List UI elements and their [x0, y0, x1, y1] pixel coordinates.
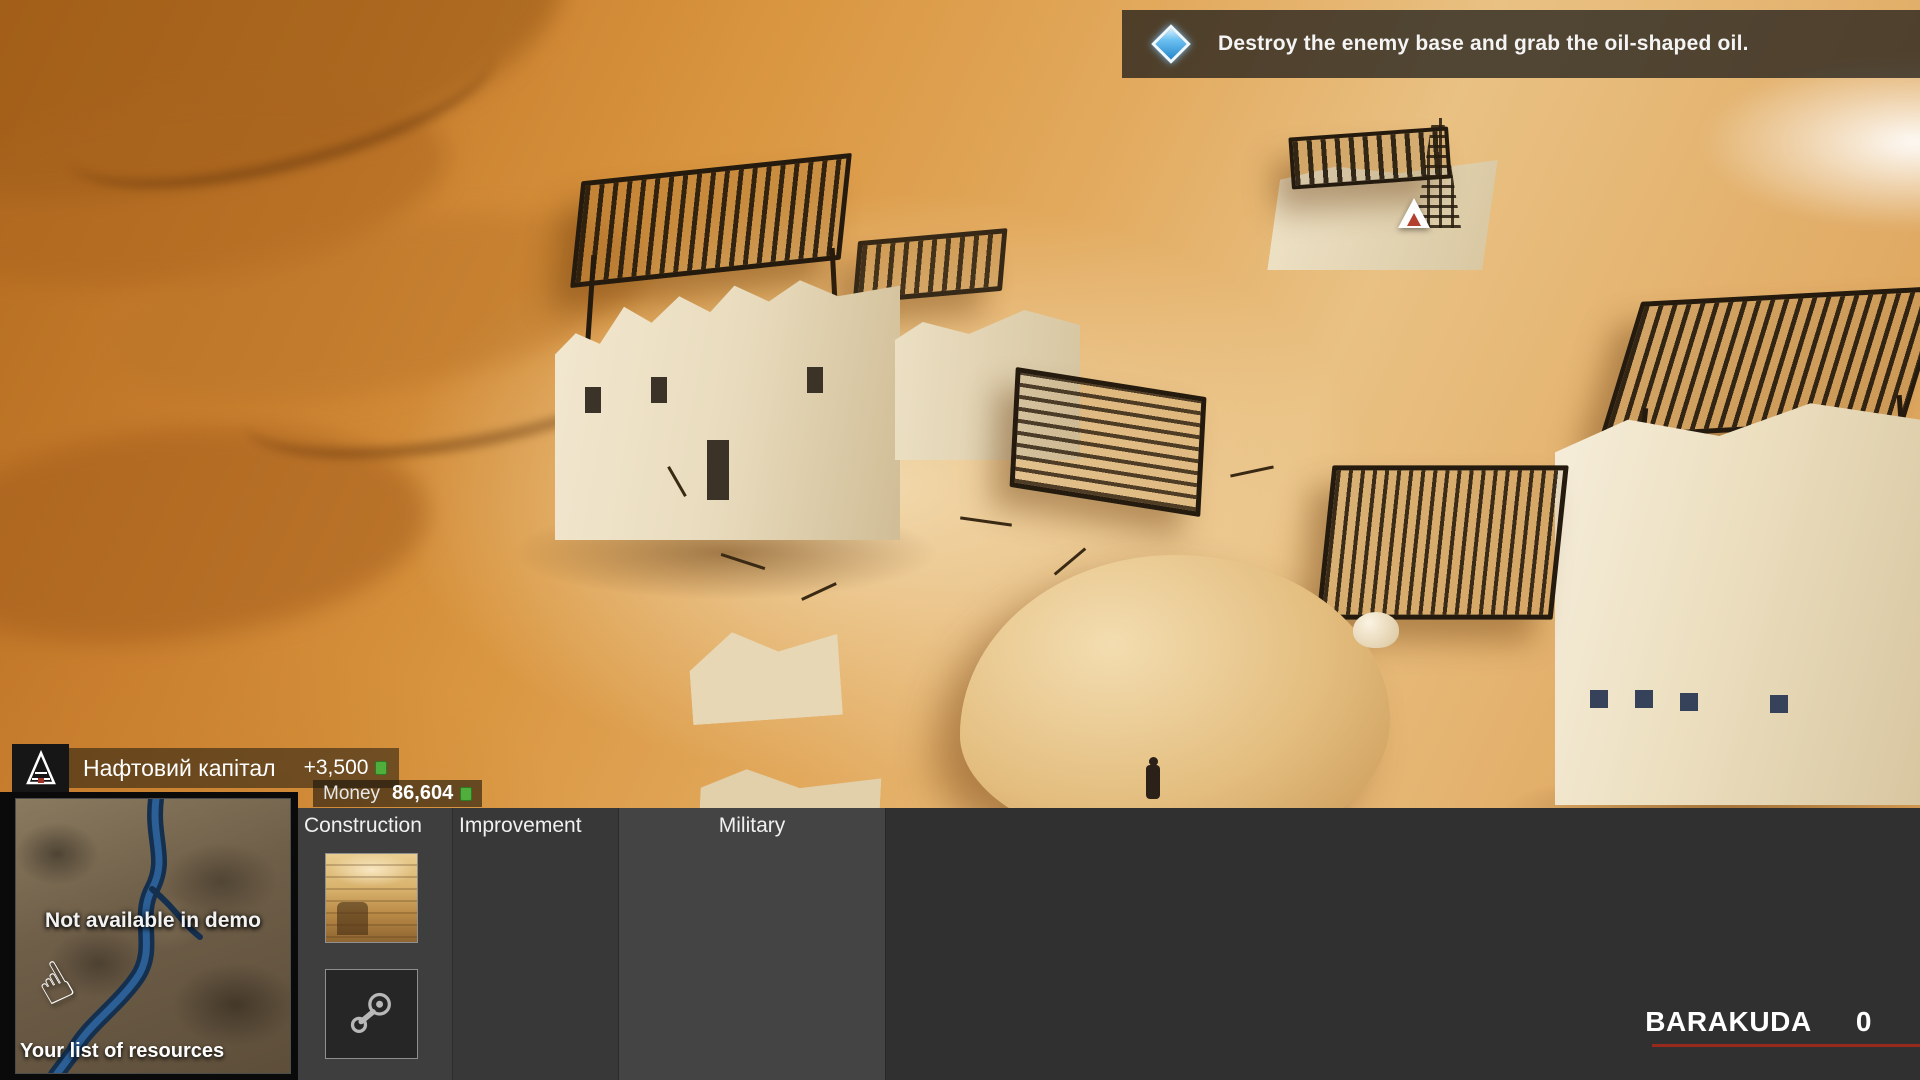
diamond-gem-shape	[1151, 24, 1191, 64]
debris-stick	[1054, 547, 1087, 575]
wooden-fence-lattice	[1316, 465, 1568, 619]
build-panel: Construction Improvement Military	[298, 808, 1920, 1080]
objective-banner: Destroy the enemy base and grab the oil-…	[1122, 10, 1920, 78]
minimap[interactable]: Not available in demo ☝ Your list of res…	[15, 798, 291, 1074]
money-value: 86,604	[392, 782, 453, 805]
derrick-tent-glyph	[21, 749, 61, 787]
game-screen: Destroy the enemy base and grab the oil-…	[0, 0, 1920, 1080]
marker-red-detail	[1407, 213, 1421, 226]
scoreboard-underline	[1652, 1044, 1920, 1047]
money-bar: Money 86,604	[313, 780, 482, 807]
window	[1680, 693, 1698, 711]
small-dome	[1353, 612, 1399, 648]
window	[807, 367, 823, 393]
minimap-backing: Not available in demo ☝ Your list of res…	[0, 792, 298, 1080]
wooden-scaffold	[1010, 367, 1207, 517]
white-tent-marker-icon	[1398, 198, 1430, 228]
player-name: BARAKUDA	[1645, 1006, 1812, 1038]
debris-stick	[960, 516, 1012, 526]
tab-military[interactable]: Military	[618, 808, 885, 1080]
player-character[interactable]	[1146, 765, 1160, 799]
panel-blank-area	[885, 808, 1920, 1080]
tab-improvement-label[interactable]: Improvement	[453, 808, 618, 838]
window	[1635, 690, 1653, 708]
player-score: 0	[1856, 1006, 1872, 1038]
tab-improvement[interactable]: Improvement	[452, 808, 618, 1080]
steam-logo-icon	[346, 988, 398, 1040]
build-slot-sandbag[interactable]	[325, 853, 418, 943]
build-slot-steam[interactable]	[325, 969, 418, 1059]
money-label: Money	[323, 783, 380, 805]
objective-diamond-icon	[1154, 27, 1188, 61]
pergola-roof	[570, 153, 852, 288]
campaign-logo-icon	[12, 744, 69, 792]
campaign-title: Нафтовий капітал	[83, 755, 276, 782]
debris-stick	[1230, 465, 1274, 477]
tab-military-label[interactable]: Military	[619, 808, 885, 838]
minimap-demo-overlay-text: Not available in demo	[16, 909, 290, 933]
tab-construction[interactable]: Construction	[298, 808, 452, 1080]
window	[651, 377, 667, 403]
objective-text: Destroy the enemy base and grab the oil-…	[1218, 32, 1749, 56]
tab-construction-label[interactable]: Construction	[298, 808, 452, 838]
adobe-house-right[interactable]	[1555, 395, 1920, 805]
scoreboard: BARAKUDA 0	[1645, 1006, 1872, 1038]
window	[1590, 690, 1608, 708]
doorway	[707, 440, 729, 500]
minimap-caption: Your list of resources	[20, 1040, 224, 1063]
window	[585, 387, 601, 413]
capital-delta: +3,500	[304, 756, 369, 780]
sun-flare	[1700, 55, 1920, 230]
ruined-wall	[687, 625, 843, 725]
money-icon	[375, 761, 387, 775]
sandbag-shelter-icon	[326, 854, 417, 942]
money-icon	[460, 787, 472, 801]
minimap-river	[16, 799, 291, 1074]
window	[1770, 695, 1788, 713]
